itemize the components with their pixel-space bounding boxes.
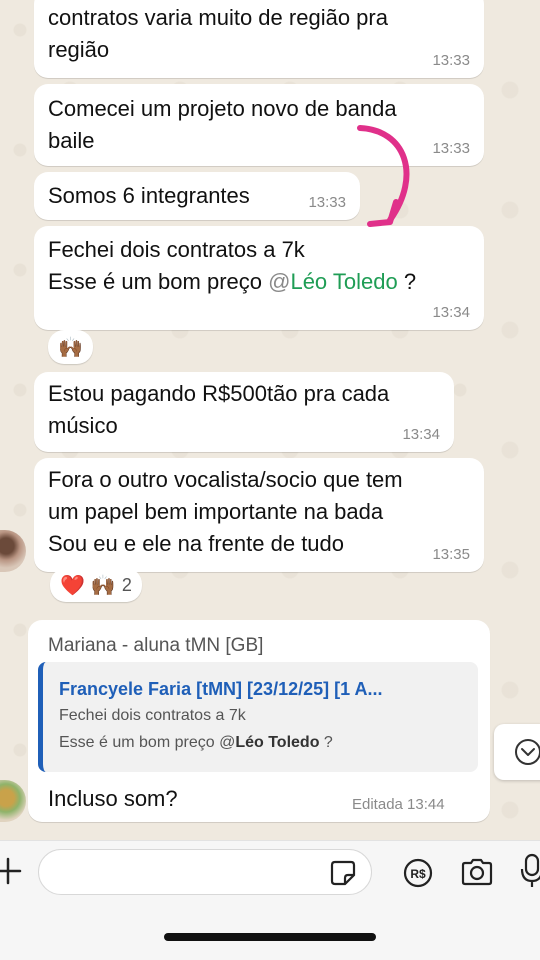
raised-hands-emoji: 🙌🏾 bbox=[58, 336, 83, 359]
message-text: contratos varia muito de região pra regi… bbox=[48, 5, 388, 62]
message-time: 13:35 bbox=[432, 546, 470, 563]
quoted-text-part: Esse é um bom preço bbox=[59, 734, 220, 751]
quoted-text: Fechei dois contratos a 7k bbox=[59, 707, 246, 724]
message-time: 13:34 bbox=[402, 426, 440, 443]
sticker-icon[interactable] bbox=[329, 859, 357, 887]
edited-label: Editada 13:44 bbox=[352, 796, 445, 813]
camera-icon[interactable] bbox=[460, 857, 494, 887]
message-time: 13:33 bbox=[308, 194, 346, 211]
reaction-count: 2 bbox=[121, 574, 132, 595]
raised-hands-emoji: 🙌🏾 bbox=[90, 574, 116, 597]
edited-text: Editada bbox=[352, 796, 403, 813]
svg-text:R$: R$ bbox=[410, 867, 426, 881]
message-time: 13:33 bbox=[432, 140, 470, 157]
mention-at-symbol: @ bbox=[268, 269, 291, 294]
message-input[interactable] bbox=[38, 849, 372, 895]
scroll-down-button[interactable] bbox=[494, 724, 540, 780]
quoted-text: Esse é um bom preço @Léo Toledo ? bbox=[59, 729, 462, 756]
reaction-badge[interactable]: ❤️ 🙌🏾 2 bbox=[50, 568, 142, 602]
message-text: Esse é um bom preço bbox=[48, 269, 269, 294]
message-time: 13:34 bbox=[432, 304, 470, 321]
message-time: 13:33 bbox=[432, 52, 470, 69]
reply-text: Incluso som? bbox=[48, 786, 178, 811]
message-bubble[interactable]: contratos varia muito de região pra regi… bbox=[34, 0, 484, 78]
quoted-author: Francyele Faria [tMN] [23/12/25] [1 A... bbox=[59, 679, 383, 699]
message-text: Estou pagando R$500tão pra cada músico bbox=[48, 381, 390, 438]
quoted-text-part: ? bbox=[319, 734, 333, 751]
reaction-badge[interactable]: 🙌🏾 bbox=[48, 330, 93, 364]
message-text: Fora o outro vocalista/socio que tem um … bbox=[48, 467, 403, 556]
microphone-icon[interactable] bbox=[520, 853, 540, 889]
message-text: ? bbox=[397, 269, 417, 294]
message-bubble[interactable]: Somos 6 integrantes 13:33 bbox=[34, 172, 360, 220]
message-bubble[interactable]: Estou pagando R$500tão pra cada músico 1… bbox=[34, 372, 454, 452]
sender-name[interactable]: Mariana - aluna tMN [GB] bbox=[48, 630, 263, 662]
message-bubble[interactable]: Fora o outro vocalista/socio que tem um … bbox=[34, 458, 484, 572]
message-time: 13:44 bbox=[407, 796, 445, 813]
arrow-annotation-icon bbox=[357, 125, 410, 227]
quoted-message[interactable]: Francyele Faria [tMN] [23/12/25] [1 A...… bbox=[38, 662, 478, 772]
composer-bar: R$ bbox=[0, 840, 540, 960]
home-indicator[interactable] bbox=[164, 933, 376, 941]
mention-at-symbol: @ bbox=[219, 734, 236, 751]
pix-icon[interactable]: R$ bbox=[402, 857, 434, 889]
message-line: Esse é um bom preço @Léo Toledo ? bbox=[48, 266, 470, 298]
plus-icon[interactable] bbox=[0, 857, 22, 885]
mention-link[interactable]: Léo Toledo bbox=[290, 269, 397, 294]
heart-emoji: ❤️ bbox=[60, 574, 85, 597]
message-text: Somos 6 integrantes bbox=[48, 183, 250, 208]
quoted-mention: Léo Toledo bbox=[235, 734, 320, 751]
chevron-down-icon bbox=[515, 739, 540, 765]
